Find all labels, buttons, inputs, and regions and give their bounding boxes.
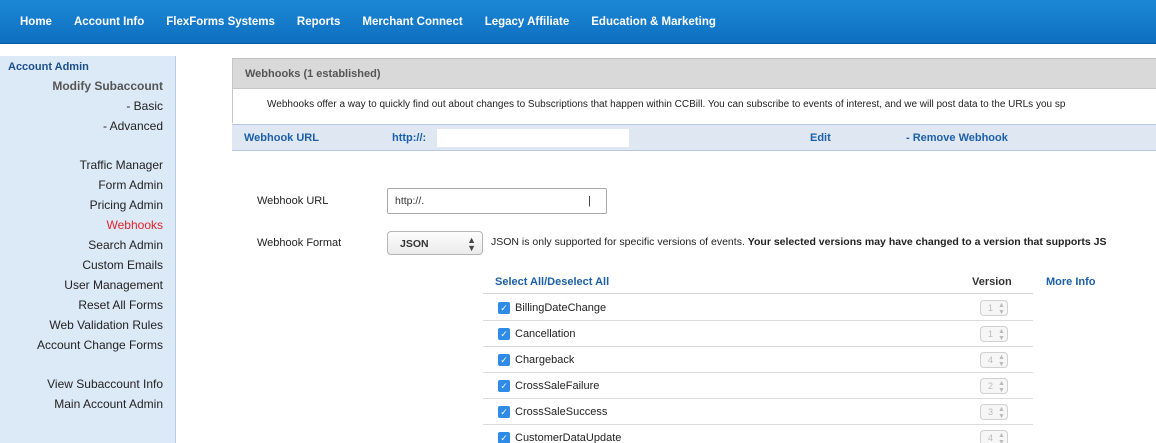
- panel-header: Webhooks (1 established): [232, 58, 1156, 89]
- sidebar-item-search-admin[interactable]: Search Admin: [88, 238, 163, 252]
- event-name: CrossSaleSuccess: [515, 406, 608, 418]
- checkbox-checked-icon[interactable]: ✓: [498, 354, 510, 366]
- format-note-text: JSON is only supported for specific vers…: [491, 236, 748, 248]
- panel-title: Webhooks (1 established): [245, 68, 381, 80]
- sidebar: Account Admin Modify Subaccount - Basic …: [0, 56, 176, 443]
- sidebar-item-web-validation-rules[interactable]: Web Validation Rules: [49, 318, 163, 332]
- event-name: CrossSaleFailure: [515, 380, 600, 392]
- event-name: BillingDateChange: [515, 302, 607, 314]
- text-cursor: |: [588, 195, 591, 207]
- event-row: ✓ BillingDateChange 1 ▲ ▼: [483, 295, 1033, 321]
- sidebar-item-view-subaccount-info[interactable]: View Subaccount Info: [47, 377, 163, 391]
- redacted-url-area: [437, 129, 629, 147]
- top-navigation: Home Account Info FlexForms Systems Repo…: [0, 0, 1156, 52]
- sidebar-item-webhooks[interactable]: Webhooks: [107, 218, 163, 232]
- webhook-format-label: Webhook Format: [257, 237, 342, 249]
- version-value: 4: [988, 433, 994, 443]
- more-info-link[interactable]: More Info: [1046, 276, 1096, 288]
- sidebar-item-traffic-manager[interactable]: Traffic Manager: [80, 158, 163, 172]
- format-note: JSON is only supported for specific vers…: [491, 236, 1106, 248]
- select-arrows-icon: ▲ ▼: [467, 235, 476, 253]
- version-select[interactable]: 2 ▲ ▼: [980, 378, 1008, 394]
- event-row: ✓ Cancellation 1 ▲ ▼: [483, 321, 1033, 347]
- nav-reports[interactable]: Reports: [297, 16, 340, 28]
- event-row: ✓ CrossSaleSuccess 3 ▲ ▼: [483, 399, 1033, 425]
- version-select[interactable]: 1 ▲ ▼: [980, 326, 1008, 342]
- version-select[interactable]: 4 ▲ ▼: [980, 430, 1008, 443]
- event-name: CustomerDataUpdate: [515, 432, 622, 443]
- existing-webhook-row: Webhook URL http://: Edit - Remove Webho…: [232, 124, 1156, 151]
- remove-webhook-link[interactable]: - Remove Webhook: [906, 132, 1008, 144]
- version-select[interactable]: 4 ▲ ▼: [980, 352, 1008, 368]
- existing-webhook-url: http://:: [392, 132, 427, 144]
- nav-account-info[interactable]: Account Info: [74, 16, 144, 28]
- checkbox-checked-icon[interactable]: ✓: [498, 432, 510, 443]
- webhook-url-value: http://.: [395, 195, 425, 207]
- checkbox-checked-icon[interactable]: ✓: [498, 406, 510, 418]
- version-value: 4: [988, 355, 994, 365]
- event-row: ✓ CrossSaleFailure 2 ▲ ▼: [483, 373, 1033, 399]
- sidebar-item-reset-all-forms[interactable]: Reset All Forms: [78, 298, 163, 312]
- sidebar-item-account-change-forms[interactable]: Account Change Forms: [37, 338, 163, 352]
- checkbox-checked-icon[interactable]: ✓: [498, 302, 510, 314]
- select-arrows-icon: ▲ ▼: [998, 406, 1005, 420]
- nav-legacy-affiliate[interactable]: Legacy Affiliate: [485, 16, 570, 28]
- select-arrows-icon: ▲ ▼: [998, 328, 1005, 342]
- webhook-url-input[interactable]: http://. |: [387, 188, 607, 214]
- version-select[interactable]: 3 ▲ ▼: [980, 404, 1008, 420]
- panel-description: Webhooks offer a way to quickly find out…: [232, 89, 1156, 123]
- version-column-header: Version: [972, 276, 1012, 288]
- sidebar-item-form-admin[interactable]: Form Admin: [98, 178, 163, 192]
- select-arrows-icon: ▲ ▼: [998, 432, 1005, 443]
- main-content: Webhooks (1 established) Webhooks offer …: [232, 58, 1156, 443]
- select-arrows-icon: ▲ ▼: [998, 302, 1005, 316]
- version-value: 2: [988, 381, 994, 391]
- events-header: Select All/Deselect All Version: [483, 270, 1033, 294]
- select-all-link[interactable]: Select All/Deselect All: [495, 276, 609, 288]
- checkbox-checked-icon[interactable]: ✓: [498, 328, 510, 340]
- webhook-url-label: Webhook URL: [257, 195, 329, 207]
- sidebar-item-advanced[interactable]: - Advanced: [103, 119, 163, 133]
- event-row: ✓ CustomerDataUpdate 4 ▲ ▼: [483, 425, 1033, 443]
- webhook-format-value: JSON: [400, 238, 429, 250]
- version-select[interactable]: 1 ▲ ▼: [980, 300, 1008, 316]
- select-arrows-icon: ▲ ▼: [998, 354, 1005, 368]
- format-note-warning: Your selected versions may have changed …: [747, 236, 1107, 248]
- version-value: 1: [988, 329, 994, 339]
- top-navigation-bar: Home Account Info FlexForms Systems Repo…: [0, 0, 1156, 44]
- webhook-format-select[interactable]: JSON ▲ ▼: [387, 231, 483, 255]
- sidebar-item-user-management[interactable]: User Management: [64, 278, 163, 292]
- sidebar-item-main-account-admin[interactable]: Main Account Admin: [54, 397, 163, 411]
- nav-merchant-connect[interactable]: Merchant Connect: [362, 16, 462, 28]
- sidebar-item-pricing-admin[interactable]: Pricing Admin: [90, 198, 163, 212]
- nav-home[interactable]: Home: [20, 16, 52, 28]
- sidebar-title[interactable]: Account Admin: [8, 61, 89, 73]
- sidebar-item-custom-emails[interactable]: Custom Emails: [82, 258, 163, 272]
- select-arrows-icon: ▲ ▼: [998, 380, 1005, 394]
- event-row: ✓ Chargeback 4 ▲ ▼: [483, 347, 1033, 373]
- sidebar-item-basic[interactable]: - Basic: [126, 99, 163, 113]
- webhook-url-column-label: Webhook URL: [244, 132, 319, 144]
- event-name: Cancellation: [515, 328, 576, 340]
- event-name: Chargeback: [515, 354, 575, 366]
- top-navigation-items: Home Account Info FlexForms Systems Repo…: [0, 0, 1156, 44]
- version-value: 1: [988, 303, 994, 313]
- checkbox-checked-icon[interactable]: ✓: [498, 380, 510, 392]
- nav-education-marketing[interactable]: Education & Marketing: [591, 16, 716, 28]
- version-value: 3: [988, 407, 994, 417]
- nav-flexforms-systems[interactable]: FlexForms Systems: [166, 16, 275, 28]
- sidebar-item-modify-subaccount[interactable]: Modify Subaccount: [52, 79, 163, 93]
- panel-description-text: Webhooks offer a way to quickly find out…: [267, 99, 1066, 110]
- edit-webhook-link[interactable]: Edit: [810, 132, 831, 144]
